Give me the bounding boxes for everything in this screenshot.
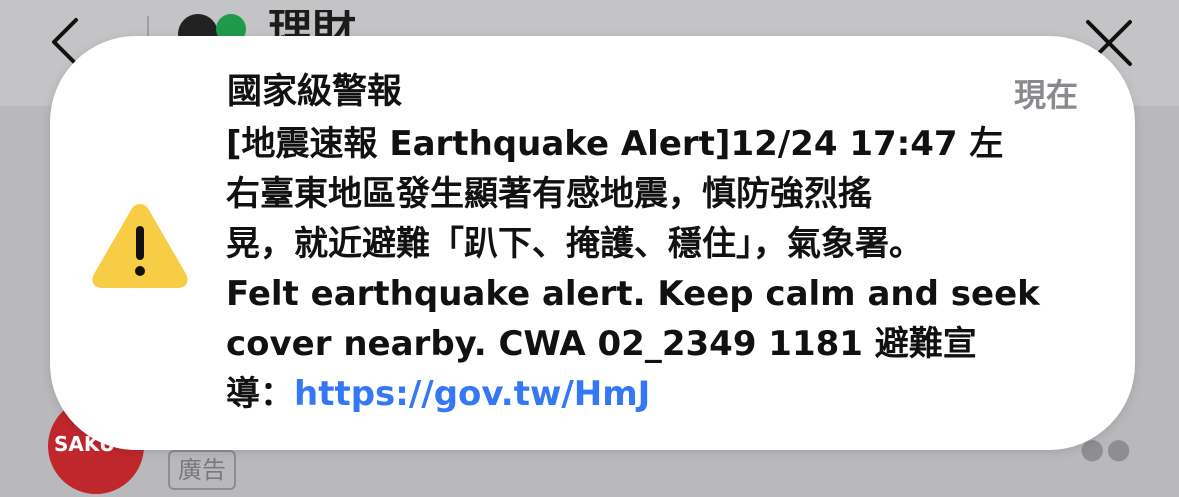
alert-timestamp: 現在 [1014,76,1079,114]
alert-title: 國家級警報 [227,72,403,112]
warning-icon [92,204,188,288]
alert-message-prefix: 導： [226,374,294,414]
emergency-alert-notification[interactable]: 國家級警報 現在 [地震速報 Earthquake Alert]12/24 17… [50,36,1135,450]
alert-message-line: cover nearby. CWA 02_2349 1181 避難宣 [226,324,977,364]
screen: 理財 SAKU 廣告 ●● 國家級警報 現在 [地震速報 Earthquake … [0,0,1179,497]
alert-message-last-line: 導：https://gov.tw/HmJ [226,369,1066,419]
ad-badge: 廣告 [168,450,236,490]
alert-message-line: 右臺東地區發生顯著有感地震，慎防強烈搖 [226,174,872,214]
alert-message-line: 晃，就近避難「趴下、掩護、穩住」，氣象署。 [226,224,923,264]
alert-message: [地震速報 Earthquake Alert]12/24 17:47 左 右臺東… [226,119,1066,419]
alert-message-line: [地震速報 Earthquake Alert]12/24 17:47 左 [226,124,1004,164]
alert-link[interactable]: https://gov.tw/HmJ [294,374,650,414]
alert-message-line: Felt earthquake alert. Keep calm and see… [226,274,1040,314]
app-title: 理財 [268,10,356,38]
